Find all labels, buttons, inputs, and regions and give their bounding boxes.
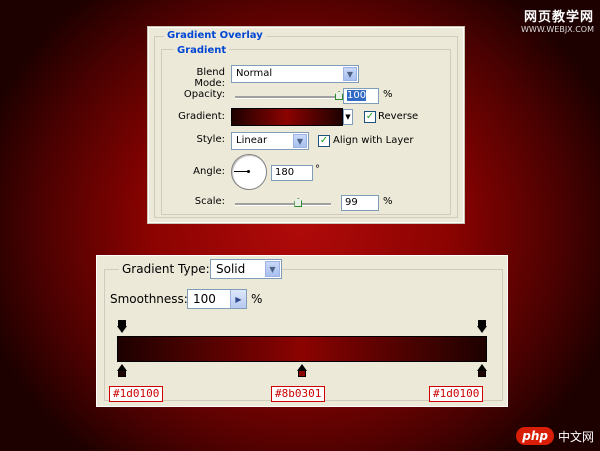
chevron-down-icon: ▼ [343,67,357,81]
gradient-preview-bar[interactable] [117,336,487,362]
style-select[interactable]: Linear ▼ [231,132,309,150]
blend-mode-value: Normal [236,68,273,79]
smoothness-unit: % [251,292,263,306]
reverse-label: Reverse [378,111,419,122]
chevron-down-icon: ▼ [293,134,307,148]
gradient-dropdown-button[interactable]: ▼ [343,109,353,125]
color-stop-swatch [118,370,126,377]
gradient-label: Gradient: [178,111,225,122]
scale-label: Scale: [194,196,225,207]
chevron-right-icon[interactable]: ▶ [230,290,246,308]
smoothness-value: 100 [193,292,216,306]
smoothness-input[interactable]: 100 ▶ [187,289,247,309]
scale-slider[interactable] [235,203,331,206]
style-label: Style: [196,134,226,145]
scale-input[interactable]: 99 [341,195,379,211]
checkmark-icon: ✓ [365,111,375,122]
reverse-checkbox[interactable]: ✓ [364,111,376,123]
blend-mode-label: Blend Mode: [194,67,225,89]
scale-value: 99 [345,197,358,208]
opacity-value: 100 [347,90,367,101]
opacity-slider[interactable] [235,96,339,99]
watermark-bottom-text: 中文网 [557,429,594,444]
opacity-unit: % [383,89,393,100]
opacity-input[interactable]: 100 [343,88,379,104]
angle-unit: ° [315,164,320,175]
angle-input[interactable]: 180 [271,165,313,181]
angle-label: Angle: [193,166,225,177]
opacity-stop[interactable] [117,320,127,334]
gradient-type-select[interactable]: Solid ▼ [210,259,282,279]
style-value: Linear [236,135,268,146]
align-with-layer-checkbox[interactable]: ✓ [318,135,330,147]
gradient-type-value: Solid [216,262,246,276]
watermark-top-url: WWW.WEBJX.COM [521,25,594,34]
gradient-overlay-title: Gradient Overlay [164,30,266,41]
gradient-type-label: Gradient Type: [119,262,213,276]
gradient-section-title: Gradient [174,45,230,56]
opacity-stop[interactable] [477,320,487,334]
php-logo: php [516,427,554,445]
gradient-swatch[interactable] [231,108,343,126]
gradient-editor-panel: Gradient Type: Solid ▼ Smoothness: 100 ▶… [96,255,508,407]
smoothness-label: Smoothness: [110,292,188,306]
color-stop[interactable] [477,364,487,378]
checkmark-icon: ✓ [319,135,329,146]
color-stop-swatch [478,370,486,377]
watermark-top-text: 网页教学网 [523,10,594,25]
color-stop-swatch [298,370,306,377]
opacity-stop-pointer [477,326,487,333]
opacity-label: Opacity: [183,89,225,100]
opacity-stop-square [478,320,486,327]
angle-value: 180 [275,167,295,178]
chevron-down-icon: ▼ [265,261,280,277]
color-stop-label: #1d0100 [109,386,164,402]
opacity-stop-pointer [117,326,127,333]
gradient-overlay-panel: Gradient Overlay Gradient Blend Mode: No… [148,27,464,223]
angle-dial-center [247,170,250,173]
align-with-layer-label: Align with Layer [333,135,414,146]
scale-unit: % [383,196,393,207]
gradient-editor-fieldset [104,269,503,401]
opacity-stop-square [118,320,126,327]
color-stop-label: #8b0301 [271,386,326,402]
angle-dial[interactable] [231,154,267,190]
watermark-top: 网页教学网 WWW.WEBJX.COM [521,6,594,34]
watermark-bottom: php 中文网 [516,427,594,445]
color-stop-label: #1d0100 [429,386,484,402]
color-stop[interactable] [117,364,127,378]
blend-mode-select[interactable]: Normal ▼ [231,65,359,83]
color-stop[interactable] [297,364,307,378]
chevron-down-icon: ▼ [345,113,351,121]
